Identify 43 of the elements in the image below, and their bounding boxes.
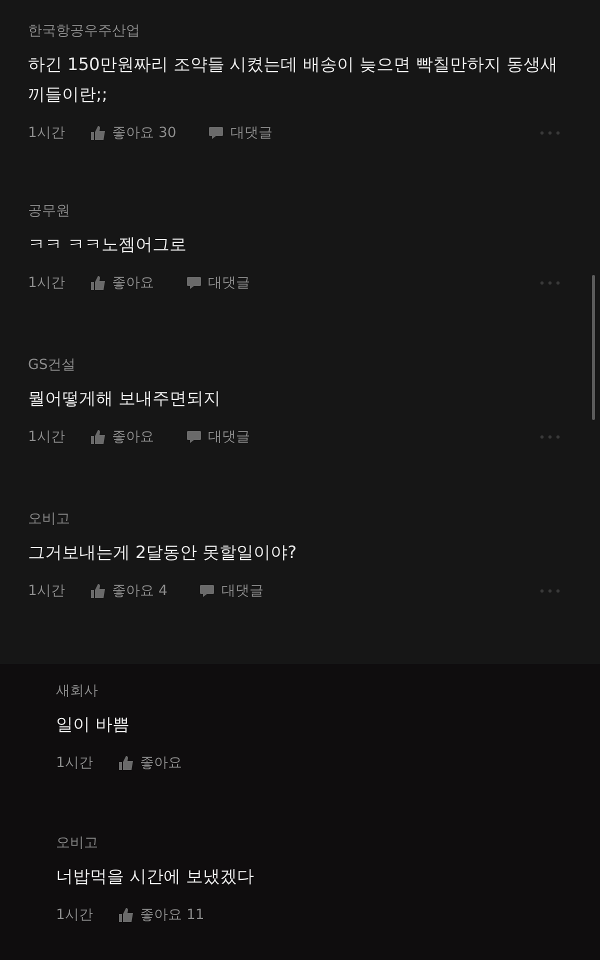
author-name: 공무원 — [28, 202, 70, 220]
reply-button[interactable]: 대댓글 — [186, 274, 250, 292]
comment-text: 너밥먹을 시간에 보냈겠다 — [56, 866, 254, 889]
reply-button[interactable]: 대댓글 — [199, 582, 264, 600]
thumbs-up-icon — [118, 908, 134, 922]
thumbs-up-icon — [90, 126, 106, 140]
thumbs-up-icon — [90, 584, 106, 598]
speech-bubble-icon — [199, 584, 216, 598]
like-button[interactable]: 좋아요 — [90, 428, 154, 446]
speech-bubble-icon — [186, 430, 202, 444]
reply-button[interactable]: 대댓글 — [208, 124, 272, 142]
author-name: 한국항공우주산업 — [28, 22, 140, 40]
comment-time: 1시간 — [56, 754, 94, 772]
author-name: 오비고 — [28, 510, 70, 528]
like-button[interactable]: 좋아요 4 — [90, 582, 168, 600]
comment-time: 1시간 — [28, 124, 66, 142]
author-name: 오비고 — [56, 834, 98, 852]
comment-text: 뭘어떻게해 보내주면되지 — [28, 388, 220, 411]
comment-text: ㅋㅋ ㅋㅋ노젬어그로 — [28, 234, 186, 257]
comment-time: 1시간 — [28, 428, 66, 446]
comment-time: 1시간 — [28, 582, 66, 600]
comment-text: 일이 바쁨 — [56, 714, 130, 737]
reply-button[interactable]: 대댓글 — [186, 428, 250, 446]
speech-bubble-icon — [208, 126, 224, 140]
comment-time: 1시간 — [28, 274, 66, 292]
comment-text: 그거보내는게 2달동안 못할일이야? — [28, 542, 297, 565]
comment-time: 1시간 — [56, 906, 94, 924]
more-icon[interactable] — [540, 589, 560, 593]
comment-text: 하긴 150만원짜리 조약들 시켰는데 배송이 늦으면 빡칠만하지 동생새끼들이란;; — [28, 54, 558, 107]
thumbs-up-icon — [90, 276, 106, 290]
scrollbar[interactable] — [592, 275, 595, 420]
more-icon[interactable] — [540, 281, 560, 285]
author-name: 새회사 — [56, 682, 98, 700]
more-icon[interactable] — [540, 435, 560, 439]
thumbs-up-icon — [118, 756, 134, 770]
like-button[interactable]: 좋아요 — [90, 274, 154, 292]
speech-bubble-icon — [186, 276, 202, 290]
author-name: GS건설 — [28, 356, 76, 374]
thumbs-up-icon — [90, 430, 106, 444]
more-icon[interactable] — [540, 131, 560, 135]
like-button[interactable]: 좋아요 11 — [118, 906, 204, 924]
like-button[interactable]: 좋아요 — [118, 754, 182, 772]
like-button[interactable]: 좋아요 30 — [90, 124, 176, 142]
